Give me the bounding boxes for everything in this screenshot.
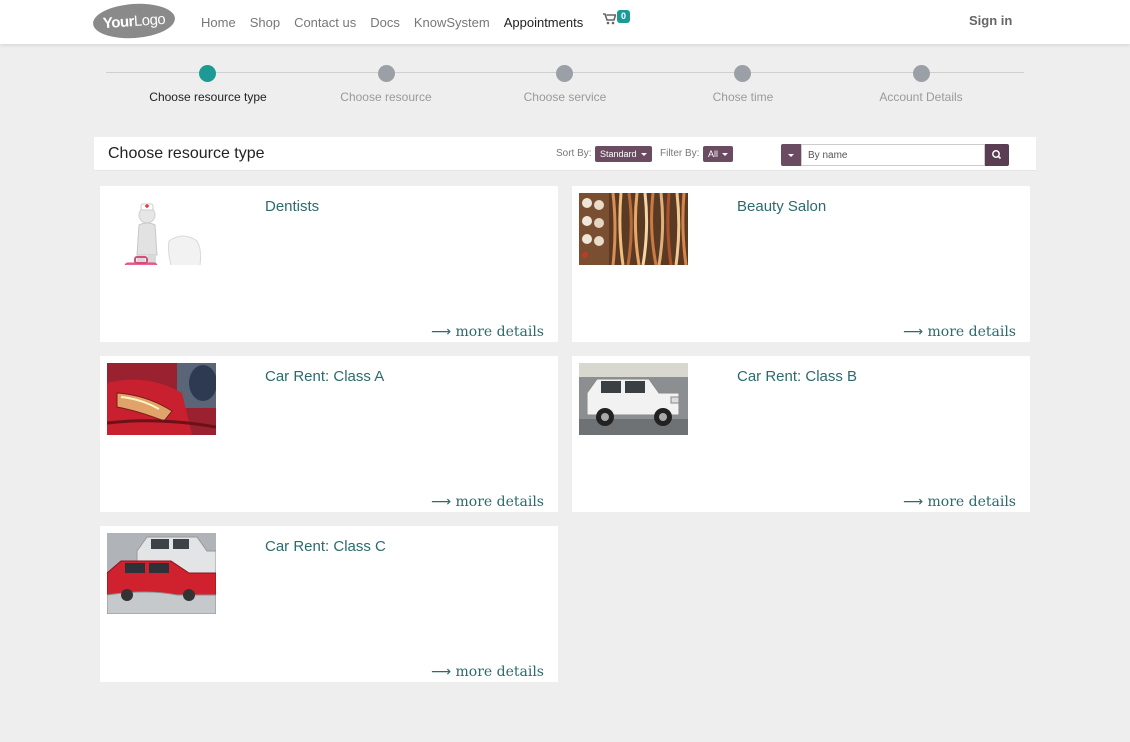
nav-home[interactable]: Home <box>201 15 236 30</box>
chevron-down-icon <box>722 153 729 157</box>
resource-type-header: Choose resource type Sort By: Standard F… <box>94 137 1036 171</box>
more-details-label: more details <box>927 494 1017 510</box>
more-details-label: more details <box>455 324 545 340</box>
chevron-down-icon <box>788 154 794 157</box>
arrow-right-icon: ⟶ <box>430 324 452 340</box>
page-title: Choose resource type <box>108 145 265 162</box>
search-button[interactable] <box>985 144 1009 166</box>
arrow-right-icon: ⟶ <box>902 324 924 340</box>
filter-label: Filter By: <box>660 148 700 159</box>
chevron-down-icon <box>640 153 647 157</box>
parked-cars-image <box>107 533 216 614</box>
card-title[interactable]: Car Rent: Class C <box>265 538 386 555</box>
nav-appointments[interactable]: Appointments <box>504 15 584 30</box>
search-field-dropdown[interactable] <box>781 144 801 166</box>
sort-label: Sort By: <box>556 148 592 159</box>
card-title[interactable]: Dentists <box>265 198 319 215</box>
more-details-link[interactable]: ⟶ more details <box>431 494 544 510</box>
search-input[interactable] <box>801 144 985 166</box>
resource-card-car-class-a[interactable]: Car Rent: Class A ⟶ more details <box>100 356 558 512</box>
step-4-dot <box>734 65 751 82</box>
nav-docs[interactable]: Docs <box>370 15 400 30</box>
nav-contact-us[interactable]: Contact us <box>294 15 356 30</box>
resource-card-car-class-c[interactable]: Car Rent: Class C ⟶ more details <box>100 526 558 682</box>
filter-value: All <box>708 149 719 159</box>
logo-bold-text: Your <box>102 12 135 32</box>
cart-icon[interactable] <box>603 13 617 28</box>
resource-card-beauty-salon[interactable]: Beauty Salon ⟶ more details <box>572 186 1030 342</box>
cart-count-badge[interactable]: 0 <box>617 10 631 23</box>
beauty-salon-image <box>579 193 688 265</box>
sort-value: Standard <box>600 149 637 159</box>
more-details-label: more details <box>455 664 545 680</box>
arrow-right-icon: ⟶ <box>430 494 452 510</box>
main-menu: Home Shop Contact us Docs KnowSystem App… <box>201 0 597 44</box>
step-4-label: Chose time <box>712 90 774 104</box>
more-details-link[interactable]: ⟶ more details <box>431 664 544 680</box>
filter-dropdown[interactable]: All <box>703 146 734 162</box>
red-car-image <box>107 363 216 435</box>
more-details-link[interactable]: ⟶ more details <box>431 324 544 340</box>
search-icon <box>992 150 1002 160</box>
step-2-dot <box>378 65 395 82</box>
card-title[interactable]: Car Rent: Class B <box>737 368 857 385</box>
step-2-label: Choose resource <box>340 90 432 104</box>
resource-card-dentists[interactable]: Dentists ⟶ more details <box>100 186 558 342</box>
sign-in-link[interactable]: Sign in <box>969 13 1012 28</box>
card-title[interactable]: Beauty Salon <box>737 198 826 215</box>
step-1-dot[interactable] <box>199 65 216 82</box>
step-3-label: Choose service <box>523 90 607 104</box>
step-1-label[interactable]: Choose resource type <box>128 90 288 104</box>
card-title[interactable]: Car Rent: Class A <box>265 368 384 385</box>
arrow-right-icon: ⟶ <box>902 494 924 510</box>
more-details-label: more details <box>927 324 1017 340</box>
logo-thin-text: Logo <box>133 10 166 30</box>
resource-card-car-class-b[interactable]: Car Rent: Class B ⟶ more details <box>572 356 1030 512</box>
more-details-link[interactable]: ⟶ more details <box>903 494 1016 510</box>
arrow-right-icon: ⟶ <box>430 664 452 680</box>
white-jeep-image <box>579 363 688 435</box>
top-navbar: Your Logo Home Shop Contact us Docs KnowS… <box>0 0 1130 44</box>
step-3-dot <box>556 65 573 82</box>
more-details-link[interactable]: ⟶ more details <box>903 324 1016 340</box>
step-5-dot <box>913 65 930 82</box>
nav-shop[interactable]: Shop <box>250 15 280 30</box>
more-details-label: more details <box>455 494 545 510</box>
sort-dropdown[interactable]: Standard <box>595 146 652 162</box>
nav-knowsystem[interactable]: KnowSystem <box>414 15 490 30</box>
site-logo[interactable]: Your Logo <box>91 1 177 41</box>
step-5-label: Account Details <box>879 90 963 104</box>
dentist-image <box>107 193 216 265</box>
